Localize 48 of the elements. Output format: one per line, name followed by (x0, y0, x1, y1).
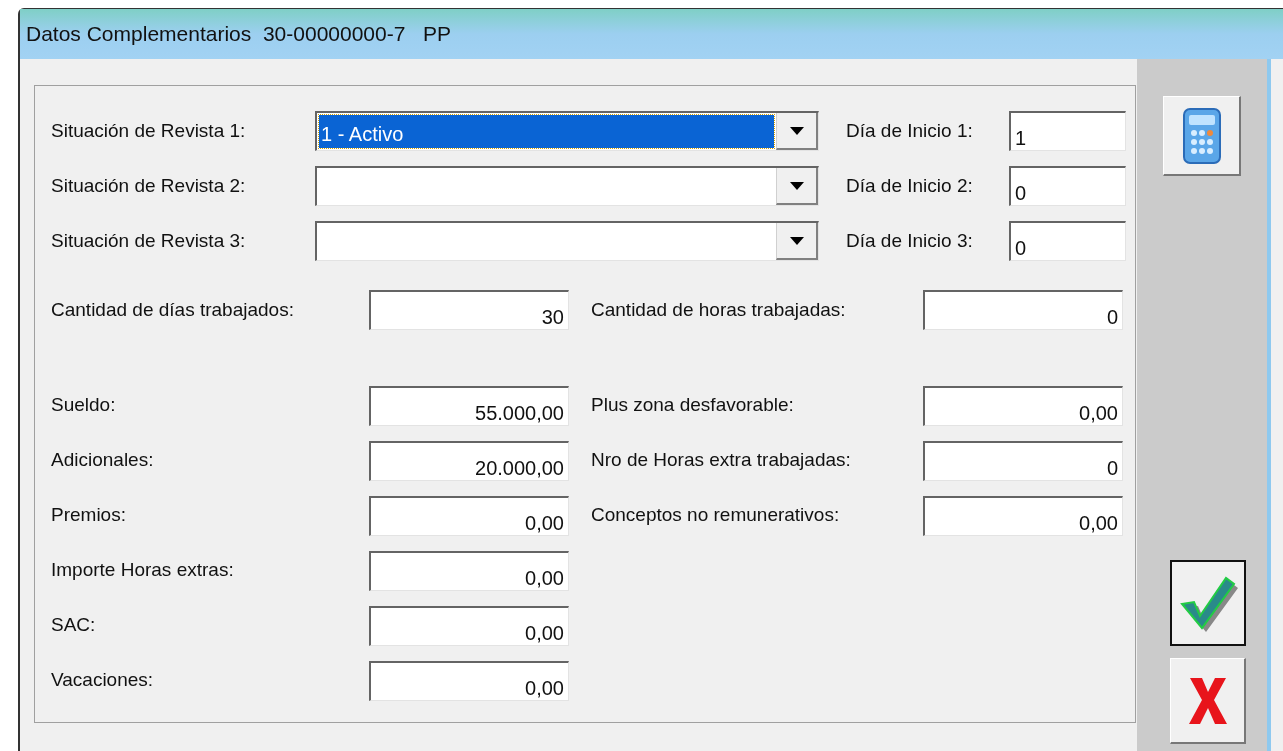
field-label: Conceptos no remunerativos: (591, 503, 841, 528)
dropdown-caret-button[interactable] (776, 168, 818, 205)
caret-icon (789, 181, 804, 190)
input-field[interactable]: 0 (923, 290, 1123, 330)
accept-button[interactable] (1170, 560, 1246, 646)
input-field[interactable]: 0 (1009, 166, 1126, 206)
field-label: Situación de Revista 2: (51, 173, 247, 198)
input-field[interactable]: 0 (1009, 221, 1126, 261)
input-field[interactable]: 20.000,00 (369, 440, 569, 481)
input-field[interactable]: 0,00 (369, 605, 569, 646)
cancel-button[interactable] (1170, 658, 1246, 744)
checkmark-icon (1178, 574, 1238, 632)
field-label: Sueldo: (51, 393, 117, 418)
field-label: Premios: (51, 503, 127, 528)
dropdown[interactable] (315, 221, 819, 261)
input-field[interactable]: 0,00 (923, 495, 1123, 536)
caret-icon (789, 126, 804, 135)
dropdown-caret-button[interactable] (776, 223, 818, 260)
calculator-button[interactable] (1163, 96, 1241, 176)
field-label: Nro de Horas extra trabajadas: (591, 448, 852, 473)
field-label: Situación de Revista 1: (51, 118, 247, 143)
dropdown[interactable]: 1 - Activo (315, 111, 819, 151)
input-field[interactable]: 30 (369, 290, 569, 330)
dropdown-value: 1 - Activo (319, 115, 774, 148)
field-label: Situación de Revista 3: (51, 228, 247, 253)
input-field[interactable]: 0,00 (923, 385, 1123, 426)
caret-icon (789, 236, 804, 245)
input-field[interactable]: 55.000,00 (369, 385, 569, 426)
field-label: Cantidad de días trabajados: (51, 297, 295, 322)
field-label: Día de Inicio 1: (846, 118, 974, 143)
dropdown-caret-button[interactable] (776, 113, 818, 150)
field-label: Plus zona desfavorable: (591, 393, 795, 418)
field-label: Día de Inicio 2: (846, 173, 974, 198)
input-field[interactable]: 0,00 (369, 495, 569, 536)
input-field[interactable]: 1 (1009, 111, 1126, 151)
field-label: Importe Horas extras: (51, 558, 235, 583)
dropdown[interactable] (315, 166, 819, 206)
calculator-icon (1181, 106, 1222, 165)
x-icon (1187, 675, 1228, 726)
input-field[interactable]: 0 (923, 440, 1123, 481)
window-title: Datos Complementarios 30-00000000-7 PP (26, 21, 451, 48)
field-label: Día de Inicio 3: (846, 228, 974, 253)
field-label: Cantidad de horas trabajadas: (591, 297, 847, 322)
field-label: Vacaciones: (51, 668, 155, 693)
field-label: Adicionales: (51, 448, 155, 473)
input-field[interactable]: 0,00 (369, 660, 569, 701)
field-label: SAC: (51, 613, 97, 638)
input-field[interactable]: 0,00 (369, 550, 569, 591)
